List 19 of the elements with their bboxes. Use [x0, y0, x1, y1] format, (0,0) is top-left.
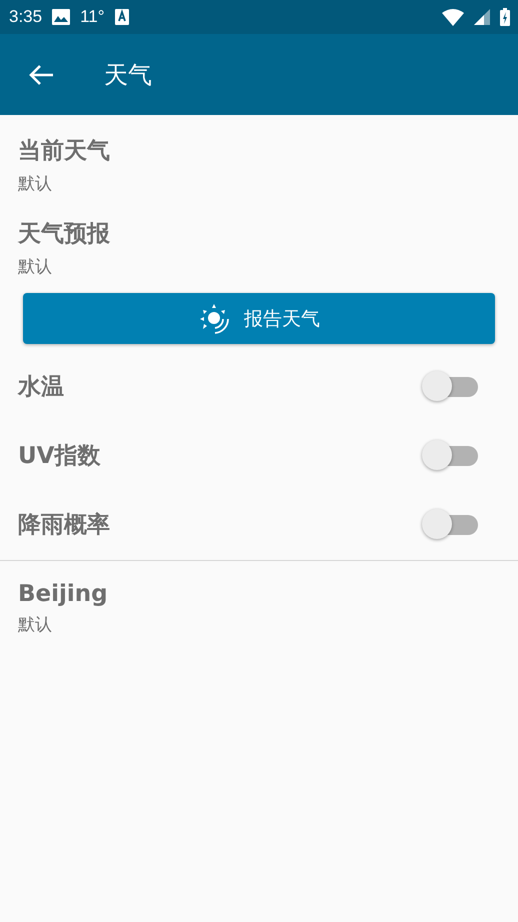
toggle-label: 水温 [18, 373, 64, 402]
toggle-label: 降雨概率 [18, 511, 110, 540]
preference-title[interactable]: 当前天气 [18, 135, 500, 166]
location-summary: 默认 [18, 614, 53, 636]
preference-summary: 默认 [18, 173, 53, 195]
battery-icon [500, 8, 510, 26]
wifi-icon [442, 8, 464, 26]
temperature: 11° [80, 7, 105, 27]
app-icon [114, 9, 129, 25]
preference-summary: 默认 [18, 256, 53, 278]
location-title[interactable]: Beijing [18, 581, 500, 607]
sun-icon [198, 302, 232, 336]
toggle-label: UV指数 [18, 442, 100, 471]
page-title: 天气 [104, 60, 152, 90]
report-weather-button[interactable]: 报告天气 [23, 293, 495, 344]
image-icon [52, 9, 70, 25]
signal-icon [474, 9, 490, 25]
preference-title[interactable]: 天气预报 [18, 218, 500, 249]
clock: 3:35 [9, 7, 42, 27]
